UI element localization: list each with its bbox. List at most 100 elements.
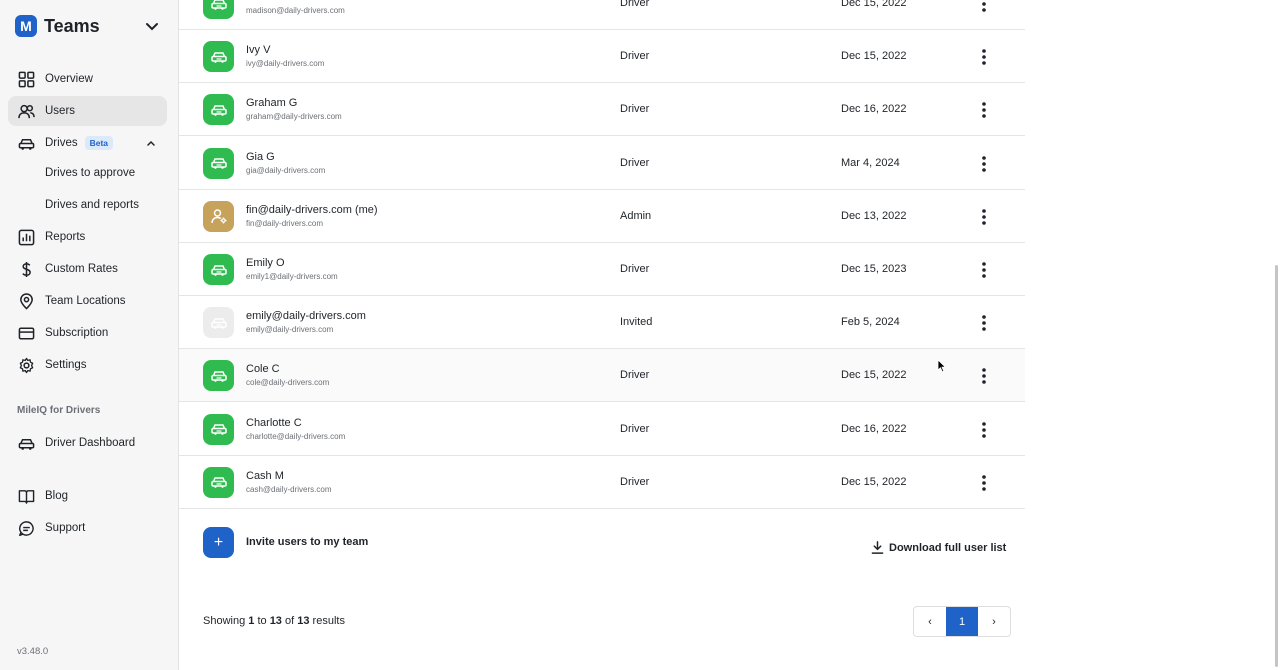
user-name[interactable]: Emily O <box>246 257 285 269</box>
gear-icon <box>19 357 34 373</box>
sidebar-item-overview[interactable]: Overview <box>8 64 167 94</box>
sidebar-item-drives-and-reports[interactable]: Drives and reports <box>45 199 139 211</box>
more-options-icon[interactable] <box>977 313 991 333</box>
user-date: Dec 16, 2022 <box>841 422 907 435</box>
car-icon <box>203 147 234 179</box>
sidebar-item-custom-rates[interactable]: Custom Rates <box>8 254 167 284</box>
user-date: Mar 4, 2024 <box>841 156 900 169</box>
invite-users-button[interactable]: Invite users to my team <box>246 536 368 548</box>
sidebar-item-label: Overview <box>45 73 93 85</box>
user-role: Driver <box>620 0 650 9</box>
prev-page-button[interactable]: ‹ <box>914 607 946 636</box>
user-name[interactable]: Graham G <box>246 97 297 109</box>
sidebar-item-team-locations[interactable]: Team Locations <box>8 286 167 316</box>
download-user-list-button[interactable]: Download full user list <box>871 541 1006 554</box>
chevron-down-icon[interactable] <box>144 18 160 34</box>
car-icon <box>203 41 234 73</box>
user-name[interactable]: madison m <box>246 0 300 3</box>
table-row[interactable]: madison m madison@daily-drivers.com Driver… <box>179 0 1025 30</box>
user-date: Dec 16, 2022 <box>841 103 907 116</box>
user-email: emily@daily-drivers.com <box>246 325 334 335</box>
users-icon <box>18 104 35 118</box>
sidebar-item-support[interactable]: Support <box>8 513 167 543</box>
sidebar-item-drives[interactable]: Drives Beta <box>8 128 167 158</box>
sidebar-item-driver-dashboard[interactable]: Driver Dashboard <box>8 428 167 458</box>
table-row[interactable]: Charlotte C charlotte@daily-drivers.com Dr… <box>179 403 1025 456</box>
table-row[interactable]: Gia G gia@daily-drivers.com Driver Mar 4, 2… <box>179 137 1025 190</box>
grid-icon <box>18 71 35 87</box>
sidebar-item-blog[interactable]: Blog <box>8 481 167 511</box>
sidebar-item-users[interactable]: Users <box>8 96 167 126</box>
car-icon <box>18 138 35 150</box>
user-role: Admin <box>620 209 652 222</box>
sidebar-item-label: Team Locations <box>45 295 126 307</box>
mileiq-logo: M <box>15 15 37 37</box>
more-options-icon[interactable] <box>977 366 991 386</box>
bar-chart-icon <box>18 229 35 245</box>
user-list: madison m madison@daily-drivers.com Driver… <box>179 0 1025 670</box>
results-summary: Showing 1 to 13 of 13 results <box>203 615 345 627</box>
sidebar-item-label: Custom Rates <box>45 263 118 275</box>
app-version: v3.48.0 <box>17 646 49 657</box>
user-name[interactable]: Cole C <box>246 363 280 375</box>
sidebar-item-label: Drives <box>45 137 78 149</box>
table-row[interactable]: Graham G graham@daily-drivers.com Driver De… <box>179 83 1025 137</box>
more-options-icon[interactable] <box>977 154 991 174</box>
user-role: Driver <box>620 369 650 382</box>
user-email: fin@daily-drivers.com <box>246 218 324 228</box>
car-icon <box>203 0 234 19</box>
more-options-icon[interactable] <box>977 207 991 227</box>
user-name[interactable]: Gia G <box>246 151 275 163</box>
beta-badge: Beta <box>84 136 114 150</box>
table-row[interactable]: Ivy V ivy@daily-drivers.com Driver Dec 15, … <box>179 30 1025 84</box>
user-email: ivy@daily-drivers.com <box>246 59 325 69</box>
plus-icon[interactable]: + <box>203 527 234 558</box>
credit-card-icon <box>18 327 35 339</box>
table-row[interactable]: Cole C cole@daily-drivers.com Driver Dec 15… <box>179 349 1025 403</box>
download-label: Download full user list <box>889 541 1007 554</box>
admin-user-icon <box>203 200 234 232</box>
user-email: cash@daily-drivers.com <box>246 484 332 494</box>
sidebar-item-subscription[interactable]: Subscription <box>8 318 167 348</box>
page-button-current[interactable]: 1 <box>946 607 978 636</box>
table-row[interactable]: emily@daily-drivers.com emily@daily-drive… <box>179 296 1025 350</box>
user-date: Dec 15, 2022 <box>841 369 907 382</box>
user-name[interactable]: emily@daily-drivers.com <box>246 310 366 322</box>
brand-title: Teams <box>44 15 100 36</box>
sidebar-item-reports[interactable]: Reports <box>8 222 167 252</box>
scrollbar[interactable] <box>1275 265 1278 667</box>
user-date: Dec 15, 2022 <box>841 475 907 488</box>
car-icon <box>203 254 234 285</box>
chevron-up-icon[interactable] <box>145 137 157 149</box>
sidebar-item-label: Reports <box>45 231 86 243</box>
team-switcher[interactable]: M Teams <box>15 15 100 37</box>
sidebar-item-label: Support <box>45 522 86 534</box>
sidebar-item-label: Settings <box>45 359 87 371</box>
more-options-icon[interactable] <box>977 100 991 120</box>
user-role: Driver <box>620 50 650 63</box>
user-date: Dec 15, 2022 <box>841 50 907 63</box>
car-icon <box>18 438 35 450</box>
more-options-icon[interactable] <box>977 0 991 14</box>
more-options-icon[interactable] <box>977 420 991 440</box>
chat-bubble-icon <box>18 520 34 536</box>
user-email: madison@daily-drivers.com <box>246 6 345 15</box>
user-role: Driver <box>620 103 650 116</box>
more-options-icon[interactable] <box>977 473 991 493</box>
more-options-icon[interactable] <box>977 260 991 280</box>
user-date: Dec 13, 2022 <box>841 209 907 222</box>
table-row[interactable]: fin@daily-drivers.com (me) fin@daily-driv… <box>179 190 1025 243</box>
dollar-icon <box>22 261 31 277</box>
user-name[interactable]: Ivy V <box>246 44 270 56</box>
table-row[interactable]: Emily O emily1@daily-drivers.com Driver Dec… <box>179 243 1025 296</box>
user-name[interactable]: Charlotte C <box>246 417 302 429</box>
user-role: Invited <box>620 316 653 329</box>
user-name[interactable]: Cash M <box>246 470 284 482</box>
sidebar-item-settings[interactable]: Settings <box>8 350 167 380</box>
next-page-button[interactable]: › <box>978 607 1010 636</box>
sidebar-item-drives-to-approve[interactable]: Drives to approve <box>45 167 135 179</box>
table-row[interactable]: Cash M cash@daily-drivers.com Driver Dec 15… <box>179 456 1025 509</box>
user-name[interactable]: fin@daily-drivers.com (me) <box>246 204 378 216</box>
more-options-icon[interactable] <box>977 47 991 67</box>
car-icon <box>203 360 234 392</box>
